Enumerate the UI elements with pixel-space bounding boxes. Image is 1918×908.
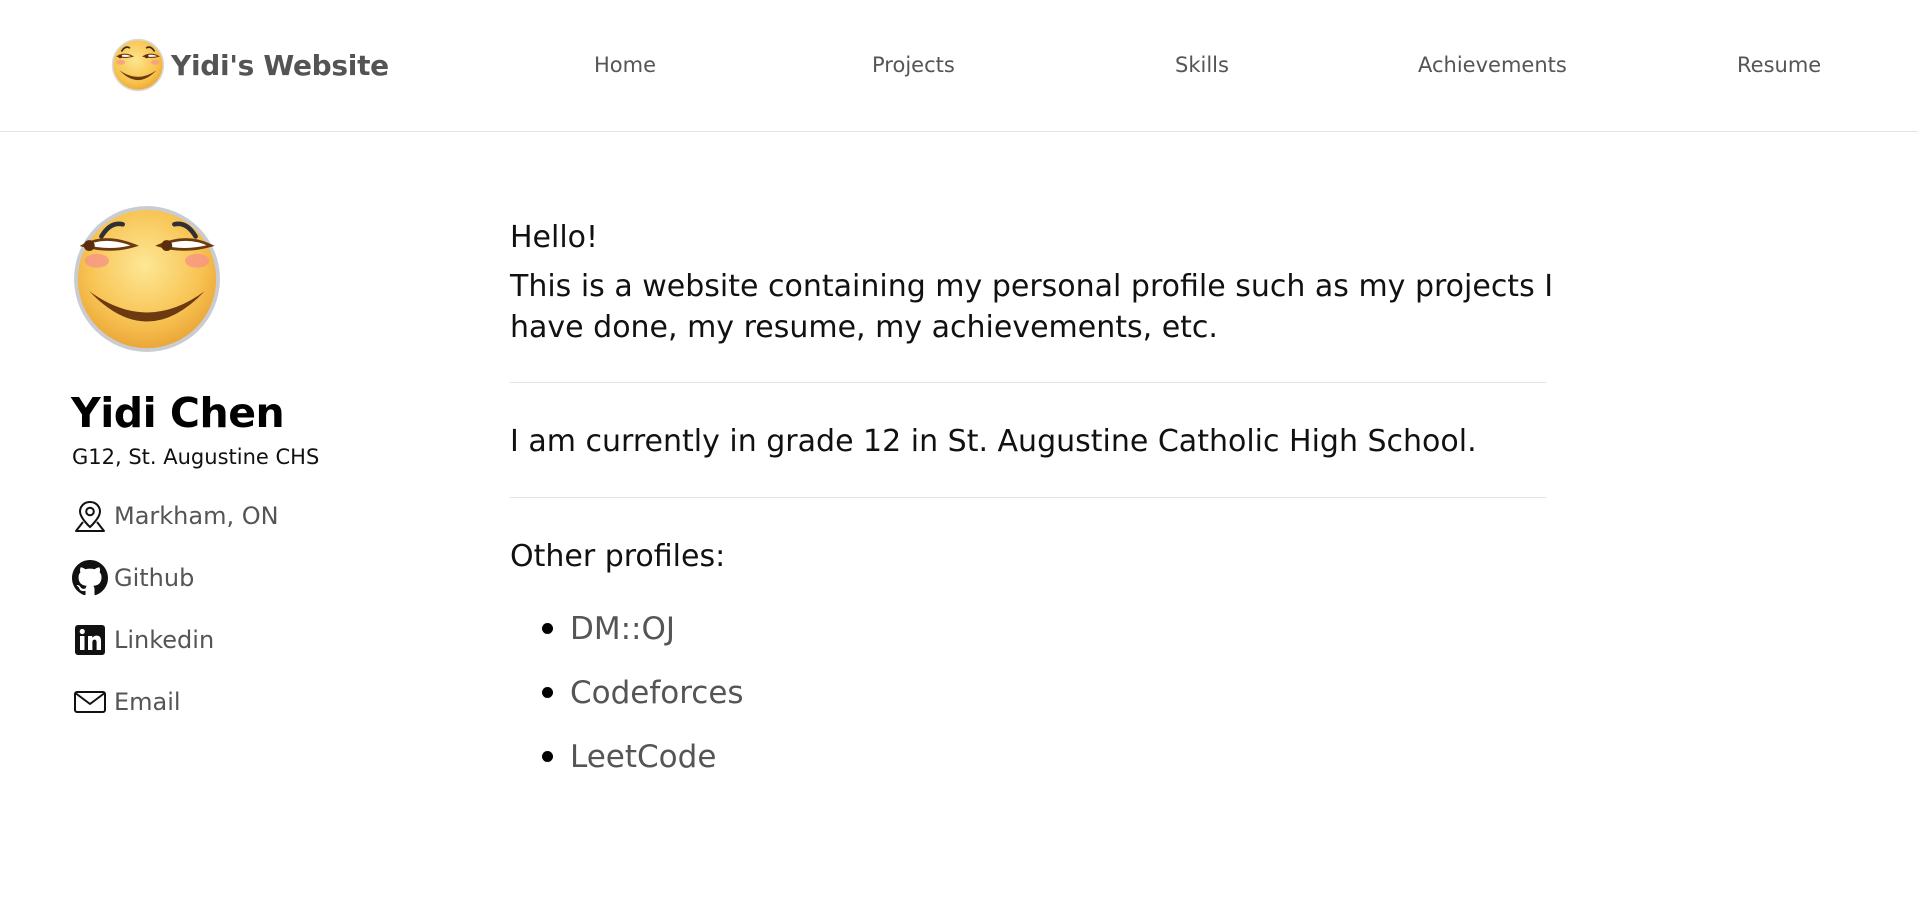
brand-title: Yidi's Website (171, 48, 389, 82)
leetcode-link[interactable]: LeetCode (570, 739, 716, 775)
brand-link[interactable]: Yidi's Website (111, 38, 389, 92)
section-divider (510, 497, 1546, 498)
list-item: Codeforces (510, 667, 744, 731)
github-icon (72, 560, 108, 596)
bullet-icon (542, 623, 553, 634)
profiles-heading: Other profiles: (510, 539, 726, 574)
github-label: Github (114, 564, 195, 592)
smirk-emoji-logo-icon (111, 38, 165, 92)
email-label: Email (114, 688, 181, 716)
greeting-text: Hello! (510, 220, 599, 255)
bullet-icon (542, 687, 553, 698)
avatar (74, 206, 220, 352)
linkedin-icon (75, 625, 105, 655)
list-item: DM::OJ (510, 603, 744, 667)
email-link[interactable]: Email (72, 684, 181, 720)
codeforces-link[interactable]: Codeforces (570, 675, 744, 711)
nav-home[interactable]: Home (594, 50, 656, 80)
profile-name: Yidi Chen (71, 389, 285, 437)
map-pin-icon (75, 500, 105, 532)
nav-resume[interactable]: Resume (1737, 50, 1821, 80)
location-item: Markham, ON (72, 498, 279, 534)
intro-text: This is a website containing my personal… (510, 269, 1554, 345)
dmoj-link[interactable]: DM::OJ (570, 611, 675, 647)
nav-skills[interactable]: Skills (1175, 50, 1229, 80)
bullet-icon (542, 751, 553, 762)
list-item: LeetCode (510, 731, 744, 795)
profile-subtitle: G12, St. Augustine CHS (72, 445, 320, 469)
navbar: Yidi's Website Home Projects Skills Achi… (0, 0, 1918, 132)
linkedin-label: Linkedin (114, 626, 215, 654)
other-profiles-list: DM::OJ Codeforces LeetCode (510, 603, 744, 795)
email-icon (74, 691, 106, 713)
section-divider (510, 382, 1546, 383)
github-link[interactable]: Github (72, 560, 194, 596)
nav-projects[interactable]: Projects (872, 50, 955, 80)
linkedin-link[interactable]: Linkedin (72, 622, 214, 658)
grade-text: I am currently in grade 12 in St. August… (510, 424, 1477, 459)
location-label: Markham, ON (114, 502, 279, 530)
nav-achievements[interactable]: Achievements (1418, 50, 1567, 80)
